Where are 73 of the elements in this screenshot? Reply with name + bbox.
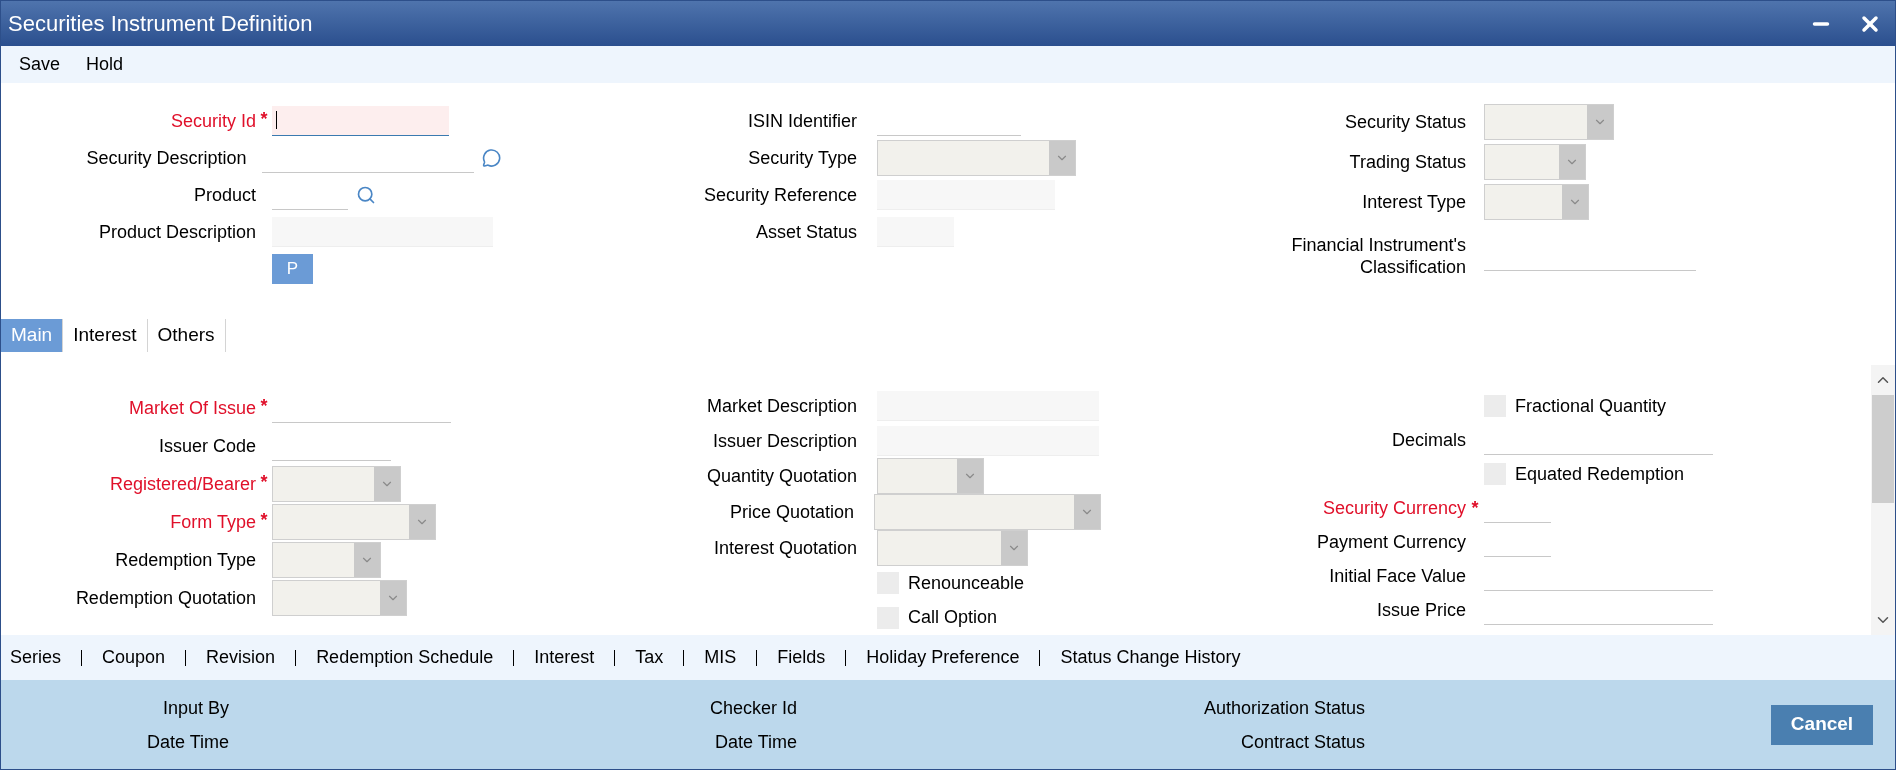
field-label: Decimals — [1392, 429, 1466, 451]
footer-label: Date Time — [714, 730, 797, 754]
dropdown[interactable] — [877, 530, 1028, 566]
field-label: ISIN Identifier — [747, 109, 857, 132]
footer-label: Input By — [162, 696, 229, 720]
scrollbar[interactable] — [1871, 365, 1895, 635]
scrollbar-thumb[interactable] — [1872, 395, 1894, 503]
dropdown[interactable] — [272, 466, 401, 502]
footer-label: Checker Id — [709, 696, 797, 720]
dropdown[interactable] — [272, 580, 407, 616]
field-label: Price Quotation — [729, 501, 855, 523]
dropdown[interactable] — [1484, 104, 1614, 140]
required-mark: * — [260, 471, 268, 494]
field-label: Financial Instrument's Classification — [1290, 234, 1466, 278]
field-label: Issuer Description — [712, 429, 857, 452]
cancel-button[interactable]: Cancel — [1771, 704, 1873, 745]
field-label: Redemption Type — [115, 549, 256, 571]
field-label: Interest Quotation — [713, 537, 857, 559]
field-label: Security Id — [170, 109, 256, 132]
toolbar-button[interactable]: Hold — [86, 51, 124, 78]
field-label: Market Of Issue — [128, 397, 256, 419]
field-label: Issue Price — [1376, 599, 1466, 621]
field-label: Redemption Quotation — [75, 587, 256, 609]
dropdown[interactable] — [272, 504, 436, 540]
chat-icon[interactable] — [481, 147, 501, 168]
input-field[interactable] — [272, 105, 449, 136]
field-label: Security Currency — [1322, 497, 1466, 519]
field-label: Registered/Bearer — [109, 473, 256, 495]
section-link[interactable]: Redemption Schedule — [316, 644, 494, 671]
field-label: Security Status — [1344, 111, 1466, 133]
footer-label: Contract Status — [1240, 730, 1365, 754]
field-label: Security Description — [86, 146, 247, 169]
section-link[interactable]: Revision — [206, 644, 276, 671]
dropdown[interactable] — [1484, 184, 1589, 220]
field-label: Initial Face Value — [1329, 565, 1466, 587]
field-label: Quantity Quotation — [706, 465, 857, 487]
section-link[interactable]: Holiday Preference — [866, 644, 1020, 671]
dropdown[interactable] — [1484, 144, 1586, 180]
field-label: Trading Status — [1349, 151, 1466, 173]
field-label: Security Type — [748, 146, 857, 169]
required-mark: * — [260, 509, 268, 532]
section-link[interactable]: Tax — [635, 644, 664, 671]
required-mark: * — [1471, 497, 1479, 520]
window-title: Securities Instrument Definition — [8, 10, 314, 38]
field-label: Product Description — [98, 220, 256, 243]
field-label: Market Description — [706, 395, 857, 418]
dropdown[interactable] — [272, 542, 381, 578]
field-label: Interest Type — [1362, 191, 1466, 213]
toolbar-button[interactable]: Save — [19, 51, 61, 78]
section-link[interactable]: Fields — [777, 644, 826, 671]
field-label: Product — [193, 183, 256, 206]
dropdown[interactable] — [877, 139, 1076, 176]
required-mark: * — [260, 395, 268, 418]
required-mark: * — [260, 108, 268, 131]
section-link[interactable]: Coupon — [102, 644, 166, 671]
field-label: Payment Currency — [1316, 531, 1466, 553]
checkbox-label: Equated Redemption — [1515, 462, 1685, 486]
dropdown[interactable] — [873, 494, 1101, 530]
section-link[interactable]: MIS — [704, 644, 737, 671]
field-label: Security Reference — [703, 183, 857, 206]
section-link[interactable]: Status Change History — [1060, 644, 1241, 671]
field-label: Form Type — [170, 511, 256, 533]
dropdown[interactable] — [877, 458, 984, 494]
field-label: Asset Status — [755, 220, 857, 243]
field-label: Issuer Code — [158, 435, 256, 457]
checkbox-label: Call Option — [908, 606, 998, 630]
footer-label: Authorization Status — [1203, 696, 1365, 720]
checkbox-label: Renounceable — [908, 571, 1025, 595]
footer-label: Date Time — [146, 730, 229, 754]
checkbox-label: Fractional Quantity — [1515, 394, 1667, 418]
search-icon[interactable] — [356, 184, 376, 205]
section-link[interactable]: Interest — [534, 644, 595, 671]
section-link[interactable]: Series — [10, 644, 62, 671]
